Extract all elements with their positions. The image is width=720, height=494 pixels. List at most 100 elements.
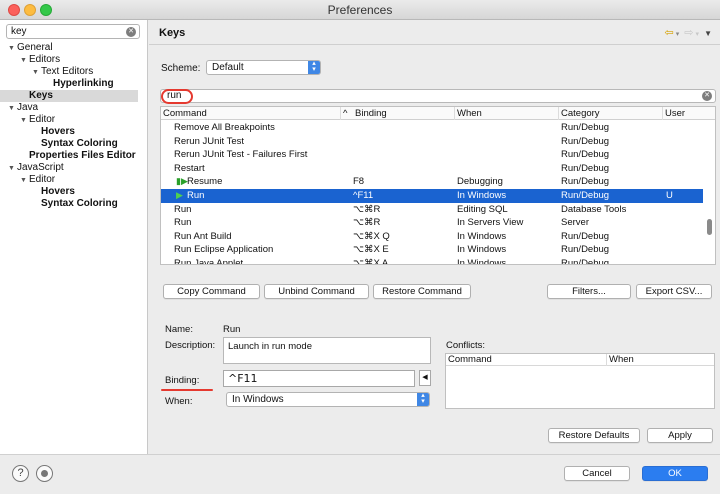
disclosure-triangle-icon[interactable]: ▼	[8, 163, 17, 175]
title-divider	[149, 44, 720, 45]
conflicts-table: Command When	[445, 353, 715, 409]
filter-input[interactable]: key ✕	[6, 24, 140, 39]
forward-arrow-icon[interactable]: ⇨	[684, 27, 693, 39]
tree-item-label: Syntax Coloring	[41, 198, 118, 209]
export-csv-button[interactable]: Export CSV...	[636, 284, 712, 299]
dialog-footer: ? Cancel OK	[0, 454, 720, 494]
table-row[interactable]: Rerun JUnit Test Run/Debug	[161, 135, 703, 149]
minimize-window-button[interactable]	[24, 4, 36, 16]
tree-item-label: Hovers	[41, 186, 75, 197]
zoom-window-button[interactable]	[40, 4, 52, 16]
command-search-input[interactable]: run ✕	[160, 89, 716, 103]
import-export-icon[interactable]	[36, 465, 53, 482]
cell-text: Server	[561, 217, 589, 229]
table-row[interactable]: Rerun JUnit Test - Failures First Run/Deb…	[161, 148, 703, 162]
disclosure-triangle-icon[interactable]: ▼	[20, 175, 29, 187]
cell-text: Run/Debug	[561, 162, 610, 174]
conflicts-header: Command When	[446, 354, 714, 366]
ok-button[interactable]: OK	[642, 466, 708, 481]
clear-search-icon[interactable]: ✕	[702, 91, 712, 101]
view-menu-icon[interactable]: ▼	[704, 29, 712, 38]
description-value: Launch in run mode	[228, 341, 312, 352]
clear-filter-icon[interactable]: ✕	[126, 27, 136, 37]
column-when[interactable]: When	[455, 107, 559, 120]
tree-item-label: Hyperlinking	[53, 78, 114, 89]
cell-text: Run/Debug	[561, 149, 610, 161]
description-field[interactable]: Launch in run mode	[223, 337, 431, 364]
cell-text: ⌥⌘X E	[353, 244, 389, 256]
cell-category: Run/Debug	[561, 189, 661, 203]
tree-item-label: Editors	[29, 54, 61, 65]
column-user[interactable]: User	[663, 107, 715, 120]
column-binding[interactable]: Binding	[353, 107, 455, 120]
tree-item[interactable]: Hovers	[32, 126, 75, 138]
cell-text: Run Eclipse Application	[174, 244, 274, 256]
table-row[interactable]: Restart Run/Debug	[161, 162, 703, 176]
copy-command-button[interactable]: Copy Command	[163, 284, 260, 299]
tree-item-label: Keys	[29, 90, 53, 101]
restore-command-button[interactable]: Restore Command	[373, 284, 471, 299]
forward-dropdown-icon[interactable]: ▾	[696, 31, 700, 38]
cell-category: Run/Debug	[561, 243, 661, 257]
cell-text: In Windows	[457, 244, 507, 256]
unbind-command-button[interactable]: Unbind Command	[264, 284, 369, 299]
disclosure-triangle-icon[interactable]: ▼	[32, 67, 41, 79]
table-scrollbar[interactable]	[707, 219, 712, 235]
cell-category: Run/Debug	[561, 162, 661, 176]
cell-text: In Servers View	[457, 217, 524, 229]
table-row[interactable]: Run Java Applet ⌥⌘X A In Windows Run/Debug	[161, 257, 703, 264]
tree-item[interactable]: ▼ Text Editors	[32, 66, 93, 78]
tree-item[interactable]: ▼ Editors	[20, 54, 60, 66]
page-title: Keys	[159, 27, 186, 39]
tree-item[interactable]: ▼ Editor	[20, 114, 55, 126]
filters-button[interactable]: Filters...	[547, 284, 631, 299]
help-icon[interactable]: ?	[12, 465, 29, 482]
binding-input[interactable]: ^F11	[223, 370, 415, 387]
tree-item[interactable]: Properties Files Editor	[20, 150, 136, 162]
cell-binding: ⌥⌘X A	[353, 257, 453, 264]
cell-text: Database Tools	[561, 203, 627, 215]
tree-item[interactable]: ▼ General	[8, 42, 53, 54]
tree-item-label: Editor	[29, 174, 56, 185]
help-icon-glyph: ?	[17, 467, 24, 479]
column-category[interactable]: Category	[559, 107, 663, 120]
restore-defaults-button[interactable]: Restore Defaults	[548, 428, 640, 443]
cell-command: ▶ Run	[176, 189, 351, 203]
tree-item[interactable]: Syntax Coloring	[32, 198, 118, 210]
close-window-button[interactable]	[8, 4, 20, 16]
tree-item[interactable]: Hovers	[32, 186, 75, 198]
column-command[interactable]: Command	[161, 107, 341, 120]
cell-text: Run/Debug	[561, 190, 610, 201]
conflicts-column-when[interactable]: When	[609, 354, 634, 366]
tree-item[interactable]: ▼ Java	[8, 102, 38, 114]
table-row[interactable]: Run ⌥⌘R In Servers View Server	[161, 216, 703, 230]
tree-item[interactable]: Keys	[0, 90, 138, 102]
when-select[interactable]: In Windows ▴ ▾	[226, 392, 430, 407]
back-arrow-icon[interactable]: ⇦	[664, 27, 673, 39]
tree-item[interactable]: ▼ JavaScript	[8, 162, 64, 174]
disclosure-triangle-icon[interactable]: ▼	[20, 55, 29, 67]
back-dropdown-icon[interactable]: ▾	[676, 31, 680, 38]
tree-item[interactable]: Hyperlinking	[44, 78, 114, 90]
table-row[interactable]: ▮▶Resume F8 Debugging Run/Debug	[161, 175, 703, 189]
table-row[interactable]: Run Eclipse Application ⌥⌘X E In Windows Ru…	[161, 243, 703, 257]
binding-modifier-dropdown[interactable]: ◀	[419, 370, 431, 386]
navigation-icons: ⇦ ▾ ⇨ ▾ ▼	[662, 26, 712, 39]
conflicts-column-command[interactable]: Command	[448, 354, 492, 366]
table-row[interactable]: Remove All Breakpoints Run/Debug	[161, 121, 703, 135]
apply-button[interactable]: Apply	[647, 428, 713, 443]
scheme-select[interactable]: Default ▴ ▾	[206, 60, 321, 75]
table-row[interactable]: ▶ Run ^F11 In Windows Run/Debug U	[161, 189, 703, 203]
disclosure-triangle-icon[interactable]: ▼	[8, 43, 17, 55]
scheme-select-value: Default	[212, 62, 244, 73]
cell-category: Database Tools	[561, 203, 661, 217]
disclosure-triangle-icon[interactable]: ▼	[8, 103, 17, 115]
table-row[interactable]: Run Ant Build ⌥⌘X Q In Windows Run/Debug	[161, 230, 703, 244]
tree-item[interactable]: ▼ Editor	[20, 174, 55, 186]
cell-text: F8	[353, 176, 365, 188]
cell-command: ▮▶Resume	[176, 175, 351, 189]
cancel-button[interactable]: Cancel	[564, 466, 630, 481]
table-row[interactable]: Run ⌥⌘R Editing SQL Database Tools	[161, 203, 703, 217]
disclosure-triangle-icon[interactable]: ▼	[20, 115, 29, 127]
tree-item[interactable]: Syntax Coloring	[32, 138, 118, 150]
